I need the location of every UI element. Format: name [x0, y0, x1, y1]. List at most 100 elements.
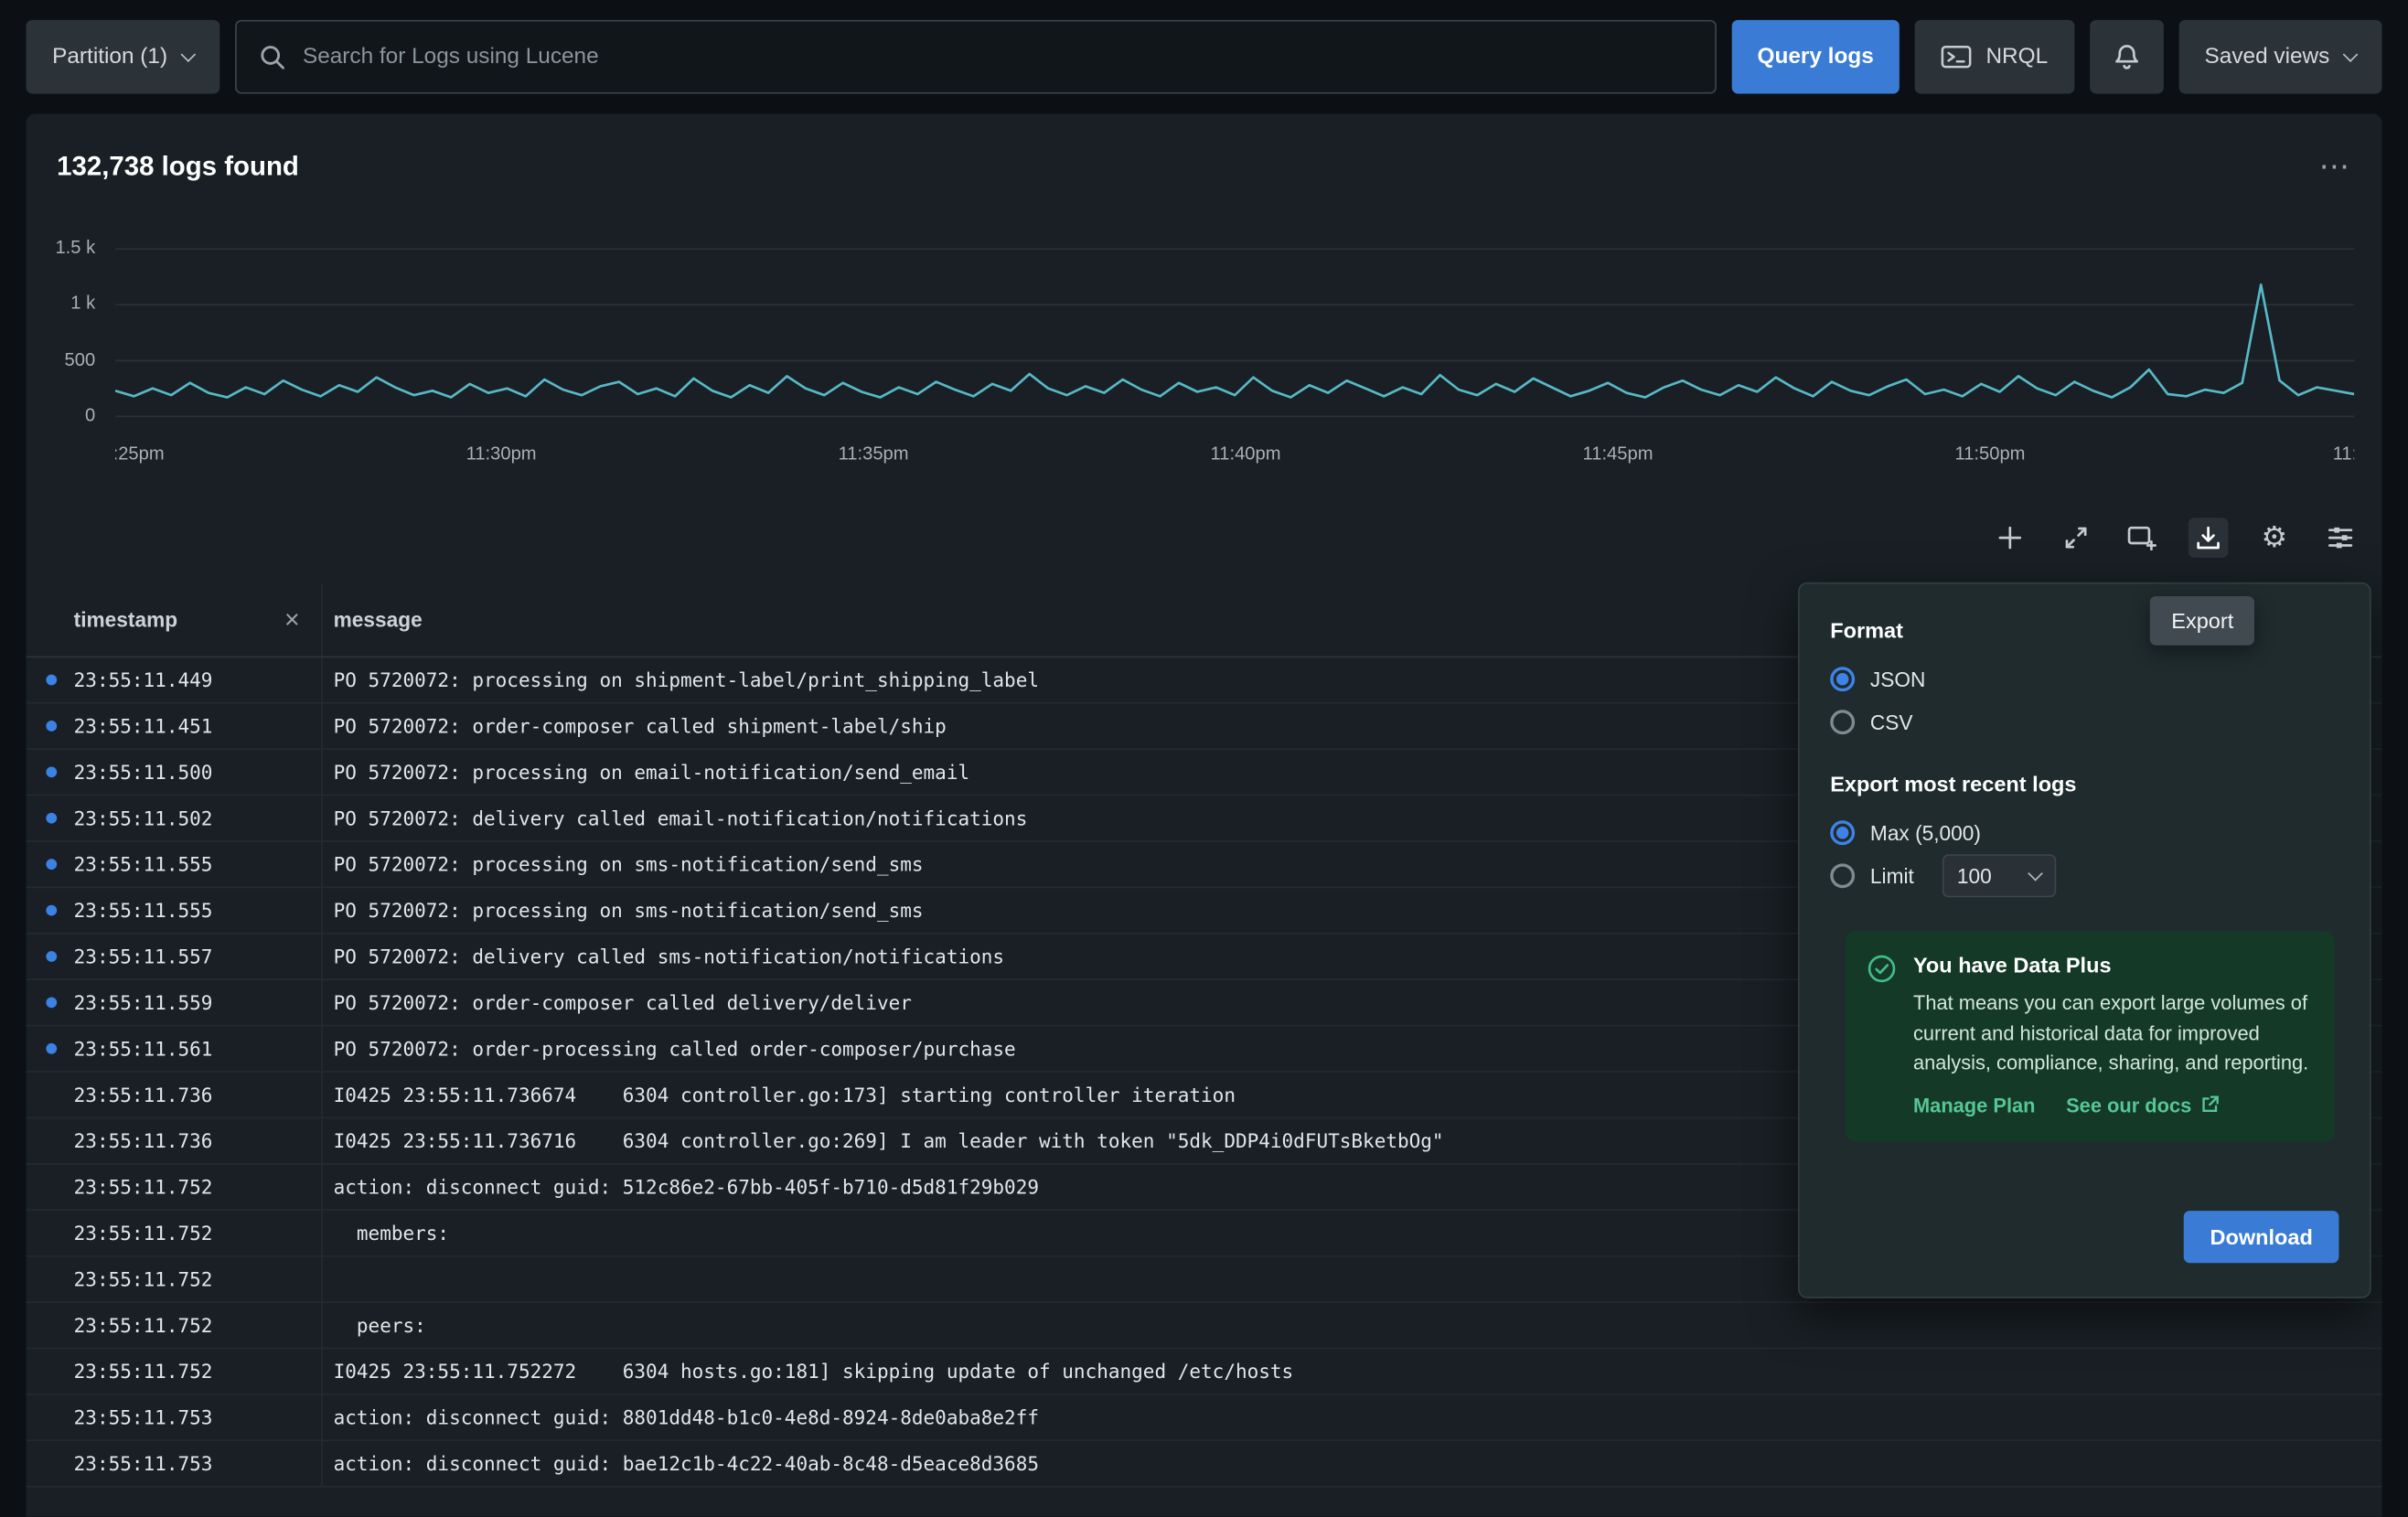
expand-icon [2062, 524, 2090, 551]
limit-option[interactable]: Limit 100 [1830, 854, 2338, 897]
timestamp-cell: 23:55:11.753 [27, 1441, 323, 1486]
timestamp-cell: 23:55:11.752 [27, 1256, 323, 1301]
export-button[interactable] [2189, 518, 2229, 558]
data-plus-banner: You have Data Plus That means you can ex… [1846, 931, 2334, 1140]
panel-header: 132,738 logs found ⋯ [27, 113, 2382, 183]
max-option-label: Max (5,000) [1870, 821, 1981, 844]
severity-dot [46, 998, 57, 1009]
search-icon [258, 43, 285, 70]
message-cell: I0425 23:55:11.752272 6304 hosts.go:181]… [323, 1349, 2382, 1394]
log-volume-line [115, 284, 2354, 397]
export-tooltip: Export [2150, 596, 2255, 646]
nrql-button[interactable]: NRQL [1915, 20, 2074, 94]
popover-footer: Download [2184, 1211, 2339, 1263]
gear-icon: ⚙ [2262, 523, 2288, 552]
format-option-csv[interactable]: CSV [1830, 700, 2338, 743]
severity-dot [46, 813, 57, 824]
timestamp-header-label: timestamp [74, 608, 177, 631]
download-button[interactable]: Download [2184, 1211, 2339, 1263]
message-cell: action: disconnect guid: 8801dd48-b1c0-4… [323, 1395, 2382, 1440]
x-axis-label: 11:45pm [1583, 443, 1653, 465]
x-axis: 11:25pm11:30pm11:35pm11:40pm11:45pm11:50… [115, 443, 2354, 467]
max-option[interactable]: Max (5,000) [1830, 811, 2338, 854]
table-row[interactable]: 23:55:11.753action: disconnect guid: bae… [27, 1441, 2382, 1487]
format-option-json-label: JSON [1870, 668, 1926, 690]
table-row[interactable]: 23:55:11.753action: disconnect guid: 880… [27, 1395, 2382, 1441]
viewport: Partition (1) Query logs NRQL [0, 0, 2408, 1516]
format-option-json[interactable]: JSON [1830, 657, 2338, 700]
severity-dot [46, 859, 57, 870]
recent-logs-section-title: Export most recent logs [1830, 772, 2338, 796]
remove-column-button[interactable]: × [284, 607, 300, 634]
format-section-title: Format [1830, 617, 2338, 642]
timestamp-cell: 23:55:11.752 [27, 1303, 323, 1348]
table-row[interactable]: 23:55:11.752 peers: [27, 1303, 2382, 1349]
topbar: Partition (1) Query logs NRQL [0, 0, 2408, 113]
x-axis-label: 11:30pm [466, 443, 537, 465]
search-input[interactable] [303, 45, 1693, 69]
saved-views-label: Saved views [2205, 45, 2330, 69]
timestamp-cell: 23:55:11.555 [27, 842, 323, 887]
radio-selected-icon [1830, 667, 1855, 691]
message-cell: action: disconnect guid: bae12c1b-4c22-4… [323, 1441, 2382, 1486]
y-axis-label: 500 [27, 348, 95, 370]
timestamp-cell: 23:55:11.500 [27, 750, 323, 795]
chevron-down-icon [2027, 866, 2042, 881]
severity-dot [46, 675, 57, 686]
severity-dot [46, 951, 57, 962]
table-row[interactable]: 23:55:11.752I0425 23:55:11.752272 6304 h… [27, 1349, 2382, 1394]
external-link-icon [2200, 1095, 2219, 1114]
x-axis-label: 11: [2333, 443, 2355, 465]
y-axis-label: 1.5 k [27, 237, 95, 259]
chart-toolbar: ⚙ [1990, 518, 2360, 558]
format-option-csv-label: CSV [1870, 710, 1913, 733]
timestamp-cell: 23:55:11.555 [27, 888, 323, 933]
saved-views-button[interactable]: Saved views [2178, 20, 2381, 94]
partition-button[interactable]: Partition (1) [27, 20, 220, 94]
app-root: Partition (1) Query logs NRQL [0, 0, 2408, 1517]
chevron-down-icon [2343, 46, 2359, 61]
y-axis-label: 1 k [27, 292, 95, 314]
timestamp-cell: 23:55:11.451 [27, 704, 323, 749]
timestamp-cell: 23:55:11.753 [27, 1395, 323, 1440]
data-plus-content: You have Data Plus That means you can ex… [1913, 953, 2313, 1116]
log-volume-chart: 1.5 k 1 k 500 0 11:25pm11:30pm11:35pm11:… [27, 228, 2382, 476]
notifications-button[interactable] [2090, 20, 2164, 94]
timestamp-cell: 23:55:11.752 [27, 1349, 323, 1394]
more-options-button[interactable]: ⋯ [2319, 159, 2351, 175]
chart-plot-area[interactable] [115, 237, 2354, 429]
table-settings-button[interactable] [2320, 518, 2360, 558]
timestamp-cell: 23:55:11.557 [27, 935, 323, 979]
x-axis-label: 11:50pm [1954, 443, 2025, 465]
search-bar[interactable] [235, 20, 1716, 94]
data-plus-body: That means you can export large volumes … [1913, 988, 2313, 1077]
timestamp-column-header: timestamp × [27, 584, 323, 657]
bell-icon [2111, 41, 2142, 73]
see-docs-link[interactable]: See our docs [2066, 1094, 2219, 1116]
query-logs-button[interactable]: Query logs [1731, 20, 1900, 94]
limit-select[interactable]: 100 [1942, 854, 2055, 897]
timestamp-cell: 23:55:11.559 [27, 980, 323, 1025]
plus-icon [1996, 524, 2024, 551]
add-to-dashboard-button[interactable] [2122, 518, 2162, 558]
severity-dot [46, 905, 57, 916]
export-popover: Format JSON CSV Export most recent logs … [1798, 582, 2371, 1298]
chevron-down-icon [180, 46, 196, 61]
message-header-label: message [334, 608, 423, 631]
manage-plan-link[interactable]: Manage Plan [1913, 1094, 2036, 1116]
expand-button[interactable] [2056, 518, 2096, 558]
limit-option-label: Limit [1870, 864, 1914, 887]
severity-dot [46, 721, 57, 732]
x-axis-label: 11:40pm [1211, 443, 1281, 465]
settings-button[interactable]: ⚙ [2254, 518, 2295, 558]
partition-label: Partition (1) [52, 45, 167, 69]
severity-dot [46, 1043, 57, 1054]
timestamp-cell: 23:55:11.502 [27, 796, 323, 840]
timestamp-cell: 23:55:11.449 [27, 657, 323, 702]
check-circle-icon [1868, 953, 1897, 1116]
nrql-icon [1942, 45, 1973, 69]
timestamp-cell: 23:55:11.561 [27, 1026, 323, 1071]
timestamp-cell: 23:55:11.752 [27, 1211, 323, 1255]
add-button[interactable] [1990, 518, 2030, 558]
data-plus-links: Manage Plan See our docs [1913, 1094, 2313, 1116]
